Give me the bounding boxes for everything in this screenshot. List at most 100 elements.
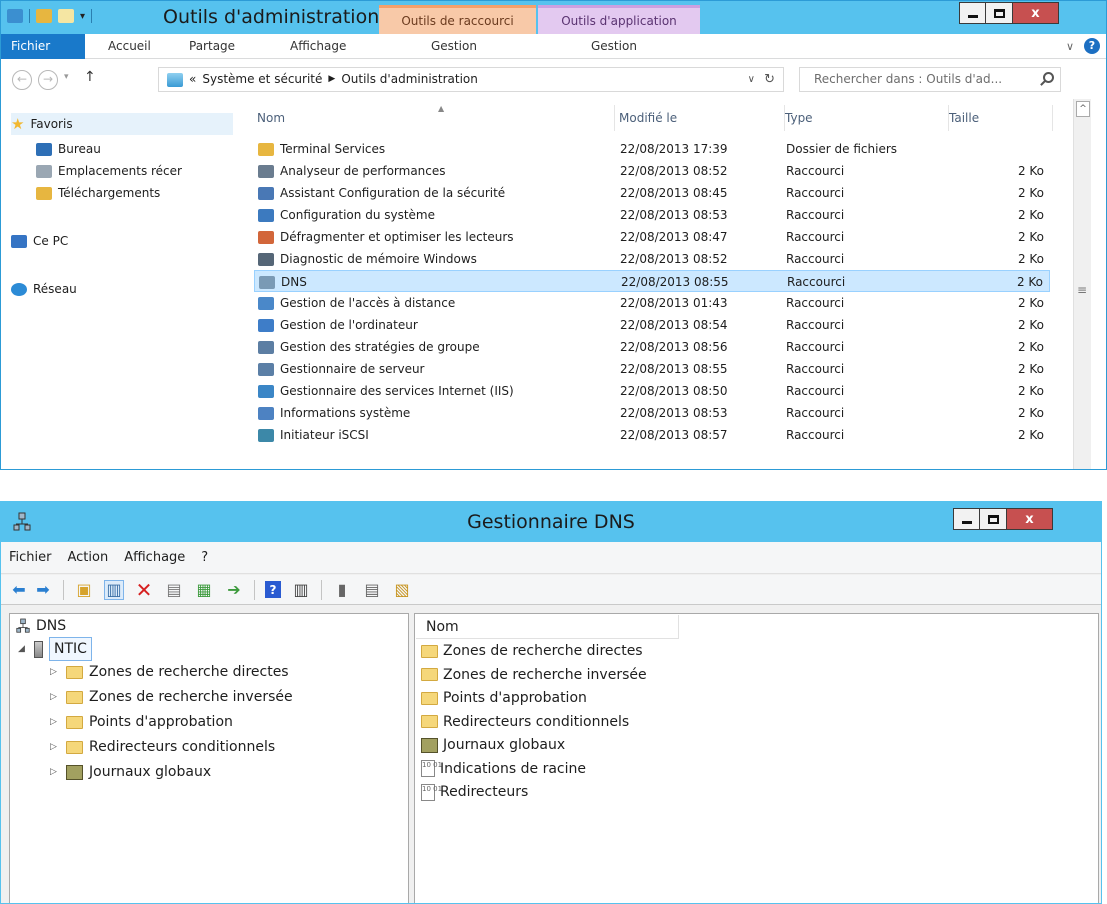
maximize-button[interactable] (986, 2, 1013, 24)
up-level-icon[interactable]: ▣ (74, 580, 94, 600)
recent-locations-icon[interactable]: ▾ (64, 72, 69, 82)
help-icon[interactable]: ? (1084, 38, 1100, 54)
file-row[interactable]: Configuration du système 22/08/2013 08:53… (254, 204, 1050, 226)
refresh-icon[interactable]: ▦ (194, 580, 214, 600)
file-row[interactable]: Gestion des stratégies de groupe 22/08/20… (254, 336, 1050, 358)
column-header-type[interactable]: Type (785, 105, 949, 131)
file-row[interactable]: Gestion de l'ordinateur 22/08/2013 08:54 R… (254, 314, 1050, 336)
server-icon[interactable]: ▮ (332, 580, 352, 600)
vertical-scrollbar[interactable]: ^ ≡ (1073, 99, 1091, 469)
nav-recent-places[interactable]: Emplacements récer (36, 160, 182, 182)
tab-home[interactable]: Accueil (108, 34, 151, 59)
show-hide-tree-icon[interactable]: ▥ (104, 579, 124, 600)
list-item[interactable]: Journaux globaux (421, 734, 565, 756)
search-icon[interactable] (1043, 72, 1054, 83)
tab-view[interactable]: Affichage (290, 34, 346, 59)
delete-icon[interactable]: ✕ (134, 578, 154, 602)
address-bar[interactable]: « Système et sécurité ▶ Outils d'adminis… (158, 67, 784, 92)
menu-help[interactable]: ? (201, 550, 208, 565)
nav-this-pc[interactable]: Ce PC (11, 230, 68, 252)
close-button[interactable]: x (1013, 2, 1059, 24)
tree-item[interactable]: ▷ Zones de recherche inversée (50, 686, 293, 708)
menu-view[interactable]: Affichage (124, 550, 185, 565)
scroll-up-button[interactable]: ^ (1076, 101, 1090, 117)
file-row[interactable]: Initiateur iSCSI 22/08/2013 08:57 Raccourc… (254, 424, 1050, 446)
nav-network[interactable]: Réseau (11, 278, 77, 300)
tree-item[interactable]: ▷ Points d'approbation (50, 711, 233, 733)
column-header-name[interactable]: Nom (416, 615, 679, 639)
system-menu-icon[interactable] (7, 9, 23, 23)
list-item[interactable]: 10 01 Indications de racine (421, 758, 586, 780)
file-row[interactable]: Analyseur de performances 22/08/2013 08:5… (254, 160, 1050, 182)
nav-favorites[interactable]: ★ Favoris (11, 113, 233, 135)
refresh-icon[interactable]: ↻ (764, 68, 775, 91)
maximize-button[interactable] (980, 508, 1007, 530)
back-button[interactable]: ← (12, 70, 32, 90)
tree-item[interactable]: ▷ Journaux globaux (50, 761, 211, 783)
expanded-arrow-icon[interactable]: ◢ (18, 638, 28, 660)
file-name: Informations système (280, 406, 411, 420)
forward-button[interactable]: → (38, 70, 58, 90)
tree-root-dns[interactable]: DNS (16, 615, 66, 637)
collapsed-arrow-icon[interactable]: ▷ (50, 711, 60, 733)
collapsed-arrow-icon[interactable]: ▷ (50, 736, 60, 758)
minimize-button[interactable] (953, 508, 980, 530)
file-row[interactable]: DNS 22/08/2013 08:55 Raccourci 2 Ko (254, 270, 1050, 292)
expand-ribbon-icon[interactable]: ∨ (1066, 40, 1074, 53)
new-zone-icon[interactable]: ▧ (392, 580, 412, 600)
tab-file[interactable]: Fichier (1, 34, 85, 59)
properties-icon[interactable]: ▤ (164, 580, 184, 600)
list-item[interactable]: Zones de recherche inversée (421, 664, 647, 686)
list-item[interactable]: Zones de recherche directes (421, 640, 643, 662)
address-dropdown-icon[interactable]: ∨ (748, 68, 755, 91)
column-header-modified[interactable]: Modifié le (619, 105, 785, 131)
menu-action[interactable]: Action (68, 550, 109, 565)
new-folder-icon[interactable] (58, 9, 74, 23)
breadcrumb-admin-tools[interactable]: Outils d'administration (341, 68, 478, 91)
file-row[interactable]: Gestionnaire des services Internet (IIS)… (254, 380, 1050, 402)
file-row[interactable]: Gestionnaire de serveur 22/08/2013 08:55 R… (254, 358, 1050, 380)
nav-downloads[interactable]: Téléchargements (36, 182, 160, 204)
menu-file[interactable]: Fichier (9, 550, 52, 565)
tab-shortcut-tools[interactable]: Outils de raccourci (379, 5, 536, 34)
nav-desktop[interactable]: Bureau (36, 138, 101, 160)
properties-icon[interactable] (36, 9, 52, 23)
scroll-grip-icon[interactable]: ≡ (1077, 283, 1087, 297)
forward-arrow-icon[interactable]: ➡ (33, 580, 53, 600)
tree-item[interactable]: ▷ Redirecteurs conditionnels (50, 736, 275, 758)
breadcrumb-separator-icon[interactable]: ▶ (328, 68, 335, 91)
tree-server-ntic[interactable]: ◢ NTIC (18, 637, 92, 661)
show-action-pane-icon[interactable]: ▥ (291, 580, 311, 600)
breadcrumb-system-security[interactable]: Système et sécurité (202, 68, 322, 91)
search-input[interactable]: Rechercher dans : Outils d'ad... (799, 67, 1061, 92)
ribbon-tabs: Fichier Accueil Partage Affichage Gestio… (1, 34, 1106, 59)
column-header-name[interactable]: Nom (257, 105, 615, 131)
collapsed-arrow-icon[interactable]: ▷ (50, 686, 60, 708)
customize-qat-icon[interactable]: ▾ (80, 11, 85, 22)
list-item[interactable]: 10 01 Redirecteurs (421, 781, 528, 803)
up-button[interactable]: ↑ (84, 69, 96, 85)
tab-share[interactable]: Partage (189, 34, 235, 59)
file-row[interactable]: Terminal Services 22/08/2013 17:39 Dossier… (254, 138, 1050, 160)
file-row[interactable]: Défragmenter et optimiser les lecteurs 22… (254, 226, 1050, 248)
tab-manage-shortcut[interactable]: Gestion (431, 34, 477, 59)
tab-application-tools[interactable]: Outils d'application (538, 5, 700, 34)
minimize-button[interactable] (959, 2, 986, 24)
back-arrow-icon[interactable]: ⬅ (9, 580, 29, 600)
close-button[interactable]: x (1007, 508, 1053, 530)
file-size: 2 Ko (1017, 340, 1044, 354)
collapsed-arrow-icon[interactable]: ▷ (50, 661, 60, 683)
tree-item[interactable]: ▷ Zones de recherche directes (50, 661, 289, 683)
list-item[interactable]: Points d'approbation (421, 687, 587, 709)
list-item[interactable]: Redirecteurs conditionnels (421, 711, 629, 733)
export-list-icon[interactable]: ➔ (224, 580, 244, 600)
help-icon[interactable]: ? (265, 581, 281, 598)
tab-manage-application[interactable]: Gestion (591, 34, 637, 59)
file-row[interactable]: Informations système 22/08/2013 08:53 Racc… (254, 402, 1050, 424)
file-row[interactable]: Assistant Configuration de la sécurité 22… (254, 182, 1050, 204)
collapsed-arrow-icon[interactable]: ▷ (50, 761, 60, 783)
file-row[interactable]: Diagnostic de mémoire Windows 22/08/2013 … (254, 248, 1050, 270)
column-header-size[interactable]: Taille (949, 105, 1053, 131)
file-row[interactable]: Gestion de l'accès à distance 22/08/2013 … (254, 292, 1050, 314)
list-view-icon[interactable]: ▤ (362, 580, 382, 600)
